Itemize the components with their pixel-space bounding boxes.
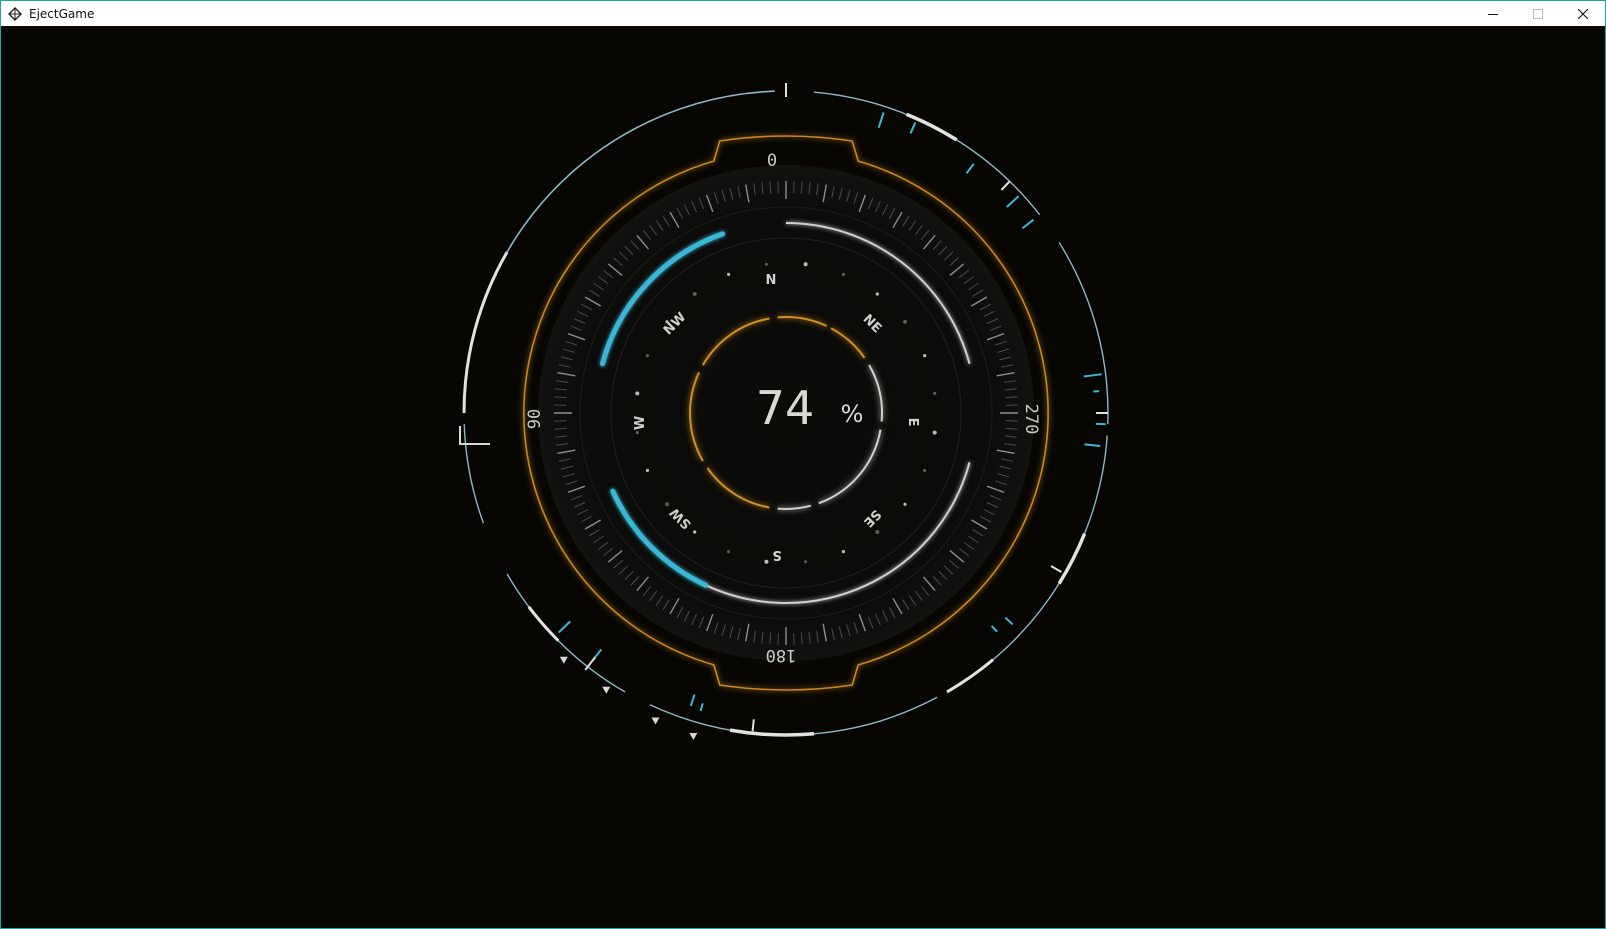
outer-ring-tick bbox=[1021, 218, 1035, 230]
level-value: 74 bbox=[756, 381, 815, 435]
outer-ring-tick bbox=[909, 122, 917, 134]
outer-ring-segment bbox=[506, 573, 626, 693]
compass-dot bbox=[635, 391, 640, 396]
level-unit: % bbox=[841, 400, 864, 428]
heading-label-north: 0 bbox=[767, 151, 777, 171]
heading-label-south: 180 bbox=[766, 645, 797, 665]
outer-ring-highlight bbox=[462, 251, 509, 414]
outer-ring-tick bbox=[877, 112, 885, 128]
minimize-button[interactable] bbox=[1470, 1, 1515, 26]
window-title: EjectGame bbox=[29, 6, 95, 21]
compass-dot bbox=[645, 354, 650, 358]
outer-ring-tick bbox=[990, 625, 998, 633]
game-window: EjectGame 0 270 180 90 N NE E SE S SW W … bbox=[0, 0, 1606, 929]
unity-logo-icon bbox=[7, 6, 23, 22]
compass-dot bbox=[903, 319, 907, 324]
triangle-marker bbox=[602, 686, 611, 694]
compass-dot bbox=[727, 550, 731, 554]
close-icon bbox=[1577, 8, 1588, 19]
title-bar[interactable]: EjectGame bbox=[1, 1, 1605, 26]
compass-dot bbox=[803, 262, 808, 267]
outer-ring-marker bbox=[751, 719, 755, 732]
triangle-marker bbox=[651, 717, 660, 725]
outer-ring-tick bbox=[689, 694, 696, 707]
compass-dot bbox=[727, 272, 731, 276]
compass-point-s: S bbox=[772, 547, 781, 562]
compass-dot bbox=[932, 430, 937, 435]
maximize-button[interactable] bbox=[1515, 1, 1560, 26]
outer-ring-highlight bbox=[729, 728, 815, 737]
minimize-icon bbox=[1487, 13, 1498, 15]
compass-dot bbox=[665, 502, 669, 507]
outer-ring-marker bbox=[1000, 180, 1011, 191]
outer-ring-tick bbox=[1004, 616, 1014, 626]
outer-ring-highlight bbox=[946, 658, 994, 694]
compass-dot bbox=[875, 292, 879, 296]
outer-ring-segment bbox=[463, 424, 485, 524]
compass-dot bbox=[645, 468, 650, 472]
compass-dot bbox=[875, 530, 880, 534]
compass-point-w: W bbox=[633, 416, 648, 430]
outer-ring-highlight bbox=[1057, 532, 1087, 585]
compass-dot bbox=[933, 391, 937, 395]
outer-ring-tick bbox=[965, 163, 975, 175]
outer-ring-tick bbox=[1084, 443, 1101, 448]
outer-ring-tick bbox=[557, 620, 571, 634]
outer-ring-tick bbox=[1083, 373, 1102, 378]
hud-compass: 0 270 180 90 N NE E SE S SW W NW 74 % bbox=[459, 83, 1109, 740]
compass-point-n: N bbox=[766, 273, 777, 288]
compass-dot bbox=[923, 468, 927, 472]
outer-ring-segment bbox=[1058, 242, 1109, 425]
heading-label-west: 90 bbox=[525, 409, 545, 429]
compass-dot bbox=[635, 431, 639, 435]
triangle-marker bbox=[559, 656, 568, 664]
game-viewport: 0 270 180 90 N NE E SE S SW W NW 74 % bbox=[4, 26, 1602, 925]
compass-dot bbox=[692, 292, 697, 296]
outer-ring-segment bbox=[649, 696, 938, 736]
compass-dot bbox=[764, 262, 769, 266]
triangle-marker bbox=[689, 732, 698, 740]
compass-dot bbox=[804, 560, 808, 564]
outer-ring-tick bbox=[1006, 195, 1020, 208]
outer-ring-highlight bbox=[527, 605, 560, 642]
close-button[interactable] bbox=[1560, 1, 1605, 26]
compass-point-e: E bbox=[905, 418, 920, 427]
maximize-icon bbox=[1532, 8, 1543, 19]
outer-ring-marker bbox=[1050, 565, 1062, 573]
compass-dot bbox=[903, 502, 907, 506]
compass-dot bbox=[841, 550, 846, 554]
outer-ring-tick bbox=[699, 703, 704, 712]
compass-dot bbox=[693, 530, 697, 534]
heading-label-east: 270 bbox=[1021, 404, 1041, 435]
compass-dot bbox=[923, 354, 927, 358]
compass-dot bbox=[764, 559, 769, 564]
compass-dot bbox=[841, 272, 846, 276]
window-controls bbox=[1470, 1, 1605, 26]
